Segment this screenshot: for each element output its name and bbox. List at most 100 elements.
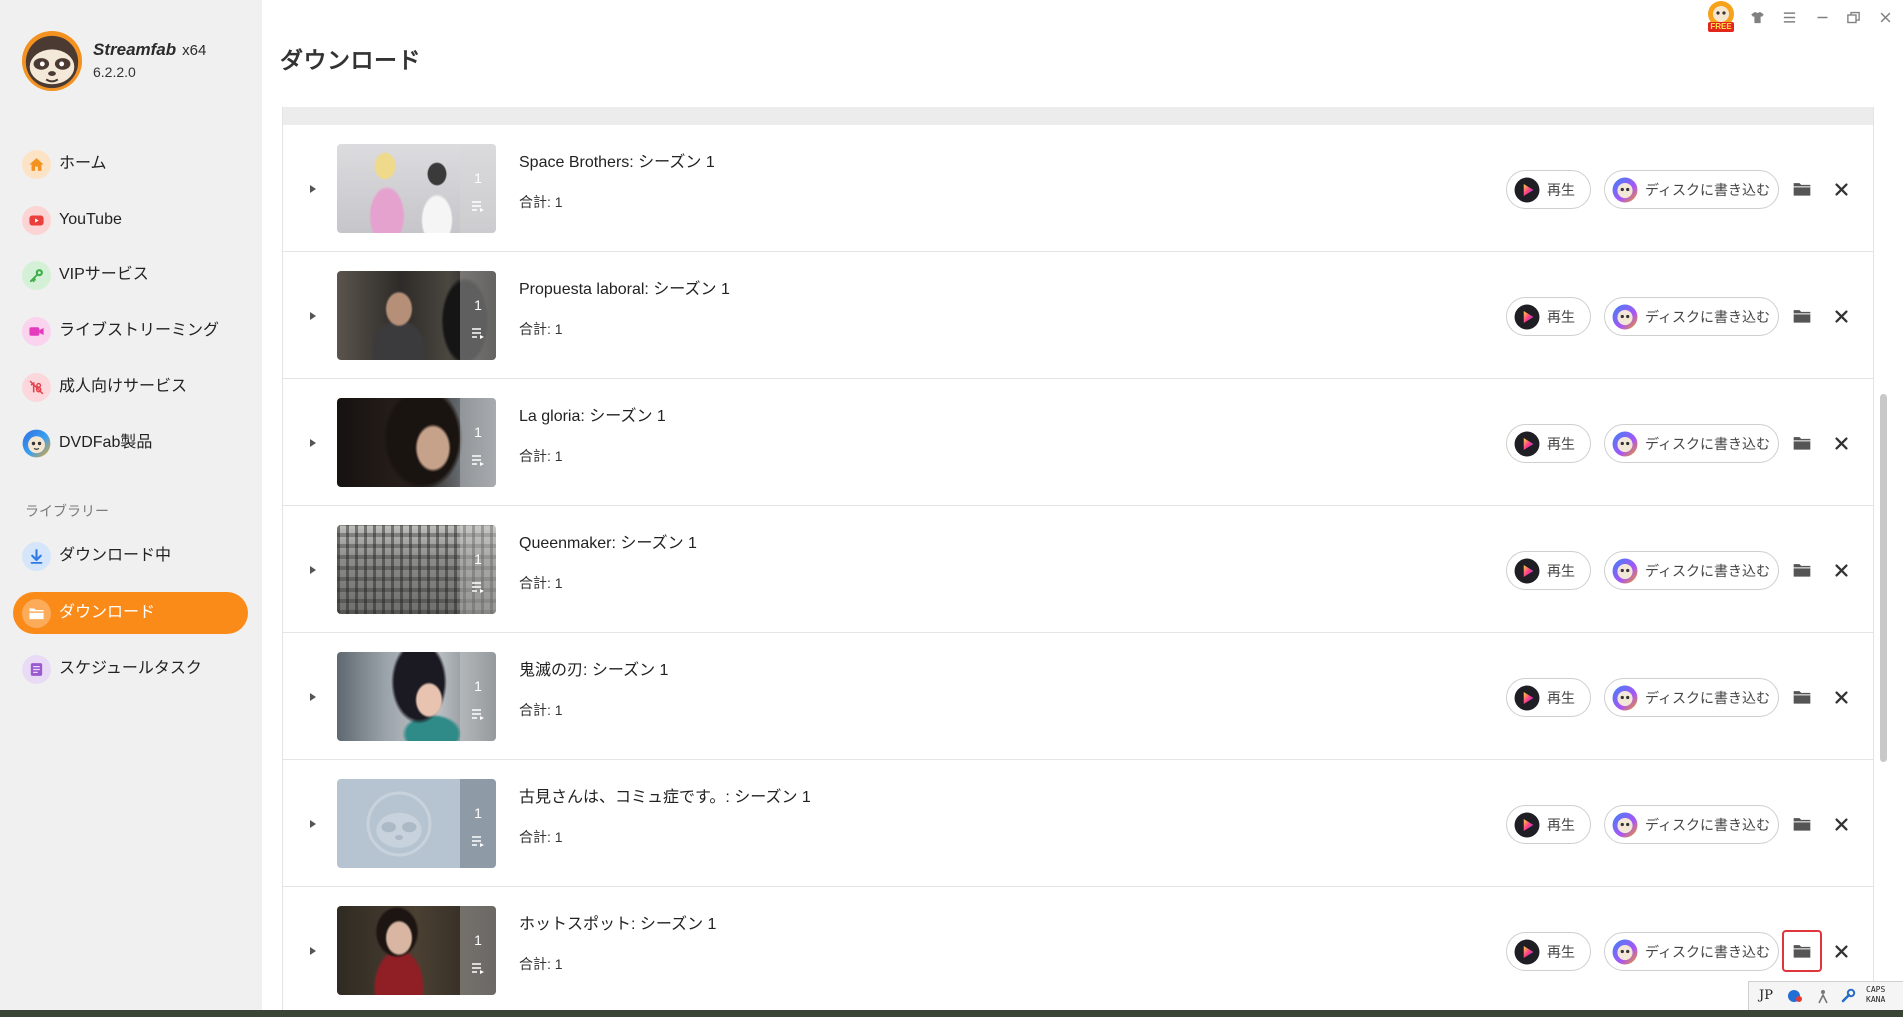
open-folder-icon[interactable] xyxy=(1782,803,1822,845)
play-icon xyxy=(1514,304,1540,330)
ime-pad-icon[interactable] xyxy=(1815,988,1831,1004)
open-folder-icon[interactable] xyxy=(1782,168,1822,210)
download-arrow-icon xyxy=(22,541,51,571)
ime-mode-icon[interactable] xyxy=(1787,988,1803,1004)
play-button[interactable]: 再生 xyxy=(1506,170,1591,209)
burn-to-disc-button[interactable]: ディスクに書き込む xyxy=(1604,170,1779,209)
download-row: 1 Space Brothers: シーズン 1 合計: 1 再生 ディスクに書… xyxy=(283,125,1873,252)
download-row: 1 La gloria: シーズン 1 合計: 1 再生 ディスクに書き込む xyxy=(283,379,1873,506)
episode-count: 1 xyxy=(474,678,482,694)
download-title: Propuesta laboral: シーズン 1 xyxy=(519,281,730,298)
thumbnail[interactable]: 1 xyxy=(337,398,496,487)
burn-to-disc-button[interactable]: ディスクに書き込む xyxy=(1604,932,1779,971)
play-button[interactable]: 再生 xyxy=(1506,678,1591,717)
menu-icon[interactable] xyxy=(1781,9,1797,25)
delete-close-icon[interactable] xyxy=(1829,177,1853,201)
burn-disc-icon xyxy=(1612,431,1638,457)
taskbar-edge xyxy=(0,1010,1903,1017)
sidebar-item-label: スケジュールタスク xyxy=(59,660,202,677)
sidebar-item-label: ホーム xyxy=(59,155,107,172)
sidebar-item-youtube[interactable]: YouTube xyxy=(13,199,248,241)
download-row: 1 古見さんは、コミュ症です。: シーズン 1 合計: 1 再生 ディスクに書き… xyxy=(283,760,1873,887)
open-folder-icon[interactable] xyxy=(1782,549,1822,591)
thumbnail[interactable]: 1 xyxy=(337,906,496,995)
sidebar-item-schedule-tasks[interactable]: スケジュールタスク xyxy=(13,648,248,690)
play-label: 再生 xyxy=(1547,816,1575,833)
play-icon xyxy=(1514,558,1540,584)
episode-count-strip: 1 xyxy=(460,144,496,233)
ime-language[interactable]: JP xyxy=(1759,988,1773,1003)
play-button[interactable]: 再生 xyxy=(1506,424,1591,463)
burn-disc-icon xyxy=(1612,558,1638,584)
close-icon[interactable] xyxy=(1877,9,1893,25)
download-row: 1 Queenmaker: シーズン 1 合計: 1 再生 ディスクに書き込む xyxy=(283,506,1873,633)
play-icon xyxy=(1514,431,1540,457)
expand-arrow-icon[interactable] xyxy=(308,692,318,702)
expand-arrow-icon[interactable] xyxy=(308,946,318,956)
sidebar-item-adult-services[interactable]: 成人向けサービス xyxy=(13,366,248,408)
expand-arrow-icon[interactable] xyxy=(308,438,318,448)
expand-arrow-icon[interactable] xyxy=(308,565,318,575)
burn-to-disc-button[interactable]: ディスクに書き込む xyxy=(1604,551,1779,590)
sidebar-item-vip[interactable]: VIPサービス xyxy=(13,254,248,296)
playlist-icon xyxy=(471,200,485,212)
sidebar-item-downloading[interactable]: ダウンロード中 xyxy=(13,535,248,577)
sidebar-item-label: DVDFab製品 xyxy=(59,434,153,451)
open-folder-icon[interactable] xyxy=(1782,676,1822,718)
sidebar-item-home[interactable]: ホーム xyxy=(13,143,248,185)
open-folder-icon[interactable] xyxy=(1782,930,1822,972)
burn-to-disc-button[interactable]: ディスクに書き込む xyxy=(1604,297,1779,336)
thumbnail[interactable]: 1 xyxy=(337,144,496,233)
expand-arrow-icon[interactable] xyxy=(308,184,318,194)
sidebar-item-label: ダウンロード中 xyxy=(59,547,172,564)
episode-count: 1 xyxy=(474,297,482,313)
skin-shirt-icon[interactable] xyxy=(1749,9,1765,25)
thumbnail[interactable]: 1 xyxy=(337,525,496,614)
download-title: 鬼滅の刃: シーズン 1 xyxy=(519,662,669,679)
delete-close-icon[interactable] xyxy=(1829,431,1853,455)
expand-arrow-icon[interactable] xyxy=(308,819,318,829)
episode-count: 1 xyxy=(474,932,482,948)
free-label: FREE xyxy=(1708,22,1734,32)
sidebar-item-downloaded[interactable]: ダウンロード xyxy=(13,592,248,634)
open-folder-icon[interactable] xyxy=(1782,422,1822,464)
download-list: 1 Space Brothers: シーズン 1 合計: 1 再生 ディスクに書… xyxy=(282,107,1874,1010)
expand-arrow-icon[interactable] xyxy=(308,311,318,321)
burn-to-disc-button[interactable]: ディスクに書き込む xyxy=(1604,678,1779,717)
playlist-icon xyxy=(471,708,485,720)
list-header-band xyxy=(283,107,1873,125)
delete-close-icon[interactable] xyxy=(1829,558,1853,582)
library-section-title: ライブラリー xyxy=(25,503,109,519)
delete-close-icon[interactable] xyxy=(1829,812,1853,836)
open-folder-icon[interactable] xyxy=(1782,295,1822,337)
sidebar-item-live-streaming[interactable]: ライブストリーミング xyxy=(13,310,248,352)
burn-to-disc-button[interactable]: ディスクに書き込む xyxy=(1604,424,1779,463)
placeholder-sloth-logo-icon xyxy=(366,791,432,857)
episode-total: 合計: 1 xyxy=(519,956,563,972)
ime-tools-wrench-icon[interactable] xyxy=(1840,988,1856,1004)
scrollbar-thumb[interactable] xyxy=(1880,394,1887,762)
delete-close-icon[interactable] xyxy=(1829,304,1853,328)
episode-count-strip: 1 xyxy=(460,652,496,741)
playlist-icon xyxy=(471,962,485,974)
play-button[interactable]: 再生 xyxy=(1506,932,1591,971)
burn-to-disc-button[interactable]: ディスクに書き込む xyxy=(1604,805,1779,844)
play-button[interactable]: 再生 xyxy=(1506,805,1591,844)
burn-disc-icon xyxy=(1612,812,1638,838)
free-offer-badge[interactable]: FREE xyxy=(1704,0,1738,34)
minimize-icon[interactable] xyxy=(1814,9,1830,25)
episode-count: 1 xyxy=(474,805,482,821)
delete-close-icon[interactable] xyxy=(1829,685,1853,709)
episode-count: 1 xyxy=(474,170,482,186)
home-icon xyxy=(22,149,51,179)
play-button[interactable]: 再生 xyxy=(1506,297,1591,336)
thumbnail[interactable]: 1 xyxy=(337,271,496,360)
episode-count-strip: 1 xyxy=(460,779,496,868)
play-button[interactable]: 再生 xyxy=(1506,551,1591,590)
delete-close-icon[interactable] xyxy=(1829,939,1853,963)
restore-icon[interactable] xyxy=(1845,9,1861,25)
play-label: 再生 xyxy=(1547,435,1575,452)
thumbnail[interactable]: 1 xyxy=(337,779,496,868)
thumbnail[interactable]: 1 xyxy=(337,652,496,741)
sidebar-item-dvdfab-products[interactable]: DVDFab製品 xyxy=(13,422,248,464)
